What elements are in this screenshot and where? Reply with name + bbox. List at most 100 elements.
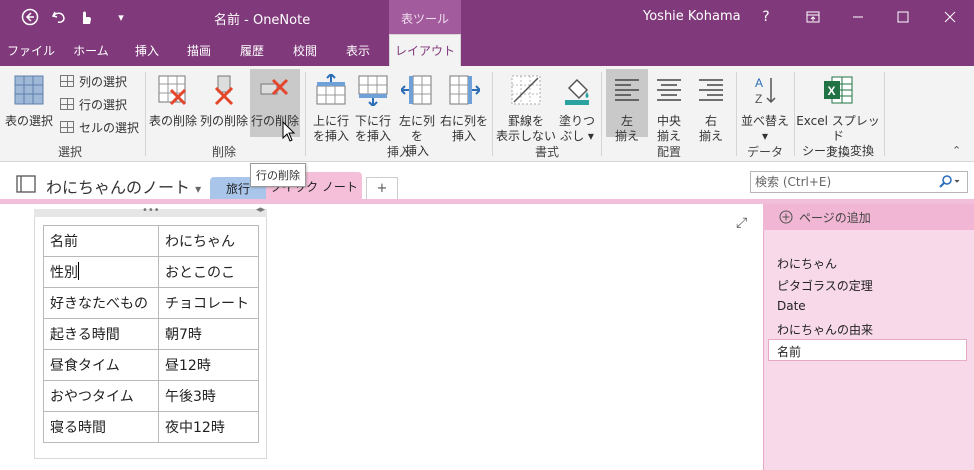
- page-item[interactable]: わにちゃんの由来: [777, 321, 873, 338]
- sort-label: 並べ替え: [740, 114, 789, 128]
- page-item-selected[interactable]: 名前: [777, 343, 801, 360]
- insert-right-label-2: 挿入: [451, 129, 476, 143]
- minimize-icon[interactable]: [845, 4, 871, 30]
- add-section-button[interactable]: +: [366, 177, 398, 199]
- tab-history[interactable]: 履歴: [228, 34, 276, 66]
- back-icon[interactable]: [19, 6, 41, 28]
- delete-column-button[interactable]: 列の削除: [199, 74, 249, 129]
- select-row-button[interactable]: 行の選択: [60, 94, 127, 114]
- page-item[interactable]: Date: [777, 299, 806, 313]
- tab-review[interactable]: 校閲: [281, 34, 329, 66]
- page-item[interactable]: わにちゃん: [777, 255, 837, 272]
- table-cell-key[interactable]: 寝る時間: [43, 411, 159, 443]
- undo-icon[interactable]: [48, 6, 70, 28]
- notebook-name-label: わにちゃんのノート: [46, 178, 191, 197]
- table-cell-key[interactable]: 昼食タイム: [43, 349, 159, 381]
- align-right-button[interactable]: 右 揃え: [690, 74, 732, 144]
- hide-borders-button[interactable]: 罫線を 表示しない: [496, 74, 556, 144]
- help-button[interactable]: ?: [753, 4, 779, 30]
- maximize-icon[interactable]: [890, 4, 916, 30]
- insert-above-icon: [316, 72, 346, 105]
- page-item[interactable]: ピタゴラスの定理: [777, 277, 873, 294]
- table-row: 性別 おとこのこ: [43, 256, 259, 288]
- align-left-icon: [615, 79, 639, 101]
- table-row: 起きる時間 朝7時: [43, 318, 259, 350]
- select-column-button[interactable]: 列の選択: [60, 71, 127, 91]
- chevron-down-icon: ▾: [195, 182, 202, 196]
- shading-button[interactable]: 塗りつ ぶし ▾: [556, 74, 598, 144]
- table-cell-key[interactable]: おやつタイム: [43, 380, 159, 412]
- delete-table-button[interactable]: 表の削除: [149, 74, 197, 129]
- tab-home[interactable]: ホーム: [62, 34, 120, 66]
- close-icon[interactable]: [937, 4, 963, 30]
- notebook-name[interactable]: わにちゃんのノート ▾: [46, 174, 201, 198]
- insert-right-button[interactable]: 右に列を 挿入: [440, 74, 488, 144]
- table-cell-value[interactable]: 午後3時: [158, 380, 259, 412]
- hide-borders-icon: [511, 75, 541, 105]
- convert-to-excel-label-1: Excel スプレッド: [796, 114, 880, 143]
- svg-text:A: A: [755, 76, 763, 90]
- add-page-label: ページの追加: [799, 210, 871, 225]
- table-cell-value[interactable]: わにちゃん: [158, 225, 259, 257]
- table-cell-key[interactable]: 起きる時間: [43, 318, 159, 350]
- table-row: 昼食タイム 昼12時: [43, 349, 259, 381]
- tab-view[interactable]: 表示: [334, 34, 382, 66]
- delete-table-label: 表の削除: [149, 114, 198, 128]
- tab-file[interactable]: ファイル: [3, 34, 59, 66]
- user-name[interactable]: Yoshie Kohama: [643, 9, 741, 24]
- touch-mode-icon[interactable]: [74, 6, 96, 28]
- shading-label-1: 塗りつ: [558, 114, 596, 128]
- collapse-ribbon-icon[interactable]: ⌃: [952, 144, 961, 157]
- add-circle-icon: [779, 210, 793, 224]
- select-cell-button[interactable]: セルの選択: [60, 117, 139, 137]
- insert-above-label-2: を挿入: [312, 129, 349, 143]
- table-cell-value[interactable]: 夜中12時: [158, 411, 259, 443]
- resize-arrows-icon[interactable]: ◂▸: [256, 205, 265, 215]
- align-center-button[interactable]: 中央 揃え: [648, 74, 690, 144]
- ribbon-tabs: ファイル ホーム 挿入 描画 履歴 校閲 表示 レイアウト: [0, 34, 974, 66]
- select-table-icon: [14, 75, 44, 105]
- container-move-handle[interactable]: ••• ◂▸: [34, 205, 267, 217]
- delete-table-icon: [158, 75, 187, 106]
- ribbon-display-options-icon[interactable]: [800, 4, 826, 30]
- tab-layout[interactable]: レイアウト: [389, 34, 461, 66]
- table-cell-value[interactable]: 昼12時: [158, 349, 259, 381]
- select-table-button[interactable]: 表の選択: [3, 74, 55, 129]
- tab-insert[interactable]: 挿入: [124, 34, 170, 66]
- expand-icon[interactable]: ⤢: [736, 215, 747, 231]
- group-separator: [492, 72, 493, 156]
- table-cell-value[interactable]: チョコレート: [158, 287, 259, 319]
- insert-below-button[interactable]: 下に行 を挿入: [352, 74, 394, 144]
- table-cell-key[interactable]: 性別: [43, 256, 159, 288]
- table-row: おやつタイム 午後3時: [43, 380, 259, 412]
- delete-row-icon: [260, 78, 289, 96]
- tab-draw[interactable]: 描画: [175, 34, 223, 66]
- note-table[interactable]: 名前 わにちゃん 性別 おとこのこ 好きなたべもの チョコレート 起きる時間 朝7時 昼食タイム…: [43, 225, 259, 443]
- insert-right-label-1: 右に列を: [440, 114, 489, 128]
- insert-left-icon: [399, 75, 432, 105]
- group-separator: [601, 72, 602, 156]
- insert-right-icon: [449, 75, 482, 105]
- table-cell-key[interactable]: 好きなたべもの: [43, 287, 159, 319]
- add-page-button[interactable]: ページの追加: [763, 204, 974, 230]
- text-cursor: [78, 262, 79, 280]
- group-label-data: データ: [746, 145, 783, 159]
- table-cell-value[interactable]: 朝7時: [158, 318, 259, 350]
- table-row: 寝る時間 夜中12時: [43, 411, 259, 443]
- search-icon[interactable]: [938, 174, 962, 193]
- table-cell-key[interactable]: 名前: [43, 225, 159, 257]
- paint-bucket-icon: [565, 78, 589, 105]
- select-row-label: 行の選択: [79, 97, 128, 112]
- sort-button[interactable]: A Z 並べ替え ▾: [740, 74, 790, 144]
- insert-above-button[interactable]: 上に行 を挿入: [310, 72, 352, 144]
- align-left-button[interactable]: 左 揃え: [606, 69, 648, 143]
- align-center-icon: [657, 79, 681, 101]
- group-separator: [145, 72, 146, 156]
- sort-dropdown-icon: ▾: [761, 129, 769, 143]
- customize-qat-icon[interactable]: ▾: [110, 6, 132, 28]
- drag-dots-icon: •••: [142, 205, 160, 216]
- search-input[interactable]: 検索 (Ctrl+E): [750, 171, 968, 193]
- insert-above-label-1: 上に行: [312, 114, 349, 128]
- table-cell-value[interactable]: おとこのこ: [158, 256, 259, 288]
- select-table-label: 表の選択: [4, 114, 53, 128]
